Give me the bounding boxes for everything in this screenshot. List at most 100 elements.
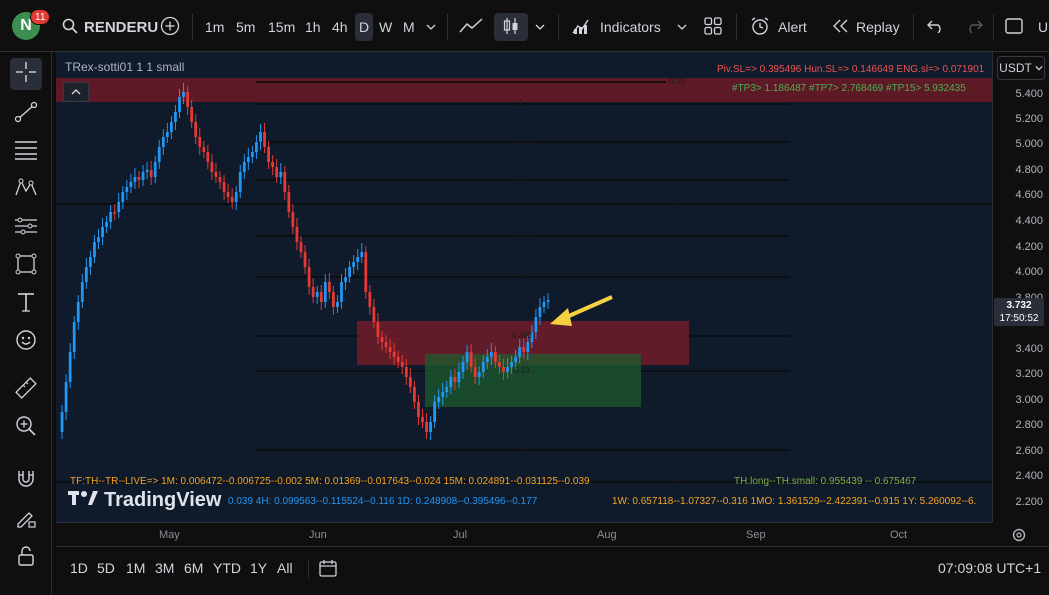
magnet-tool[interactable] bbox=[10, 464, 42, 496]
candle-body bbox=[510, 362, 513, 367]
range-3M[interactable]: 3M bbox=[155, 560, 174, 576]
compare-symbol-button[interactable] bbox=[160, 13, 180, 41]
range-1M[interactable]: 1M bbox=[126, 560, 145, 576]
emoji-tool[interactable] bbox=[10, 326, 42, 358]
collapse-legend-button[interactable] bbox=[63, 82, 89, 102]
zoom-tool[interactable] bbox=[10, 412, 42, 444]
range-All[interactable]: All bbox=[277, 560, 293, 576]
tf-4h[interactable]: 4h bbox=[332, 13, 348, 41]
text-tool[interactable] bbox=[10, 288, 42, 320]
tf-5m[interactable]: 5m bbox=[236, 13, 255, 41]
chart-type-dropdown[interactable] bbox=[535, 13, 545, 41]
candle-body bbox=[109, 212, 113, 222]
tf-1h[interactable]: 1h bbox=[305, 13, 321, 41]
indicator-title[interactable]: TRex-sotti01 1 1 small bbox=[65, 60, 184, 74]
tf-M[interactable]: M bbox=[403, 13, 415, 41]
candle-body bbox=[161, 137, 165, 147]
time-tick: Aug bbox=[597, 529, 617, 541]
tf-label: 4h bbox=[332, 19, 348, 35]
pattern-tool[interactable] bbox=[10, 174, 42, 206]
candle-body bbox=[226, 192, 230, 197]
smiley-icon bbox=[15, 329, 37, 356]
candle-body bbox=[364, 252, 368, 292]
candle-body bbox=[190, 107, 194, 122]
fib-label: 0.23 bbox=[514, 366, 530, 375]
range-1D[interactable]: 1D bbox=[70, 560, 88, 576]
tf-dropdown[interactable] bbox=[426, 13, 436, 41]
price-tick: 4.600 bbox=[1015, 189, 1043, 201]
range-5D[interactable]: 5D bbox=[97, 560, 115, 576]
chart-line-button[interactable] bbox=[459, 13, 483, 41]
time-axis[interactable]: May Jun Jul Aug Sep Oct bbox=[56, 522, 1026, 546]
currency-selector[interactable]: USDT bbox=[997, 56, 1045, 80]
goto-date-button[interactable] bbox=[318, 558, 338, 583]
calendar-icon bbox=[318, 560, 338, 582]
range-6M[interactable]: 6M bbox=[184, 560, 203, 576]
undo-button[interactable] bbox=[927, 13, 945, 41]
clock-display[interactable]: 07:09:08 UTC+1 bbox=[938, 560, 1041, 576]
candle-body bbox=[413, 387, 416, 402]
chart-canvas[interactable]: 0.33 1 0.89 0.78 0.23 0.618 0.5 0.382 0.… bbox=[56, 52, 992, 522]
layout-button[interactable] bbox=[704, 13, 722, 41]
range-1Y[interactable]: 1Y bbox=[250, 560, 267, 576]
candle-body bbox=[60, 412, 64, 432]
shapes-tool[interactable] bbox=[10, 250, 42, 282]
drawing-toolbar bbox=[0, 52, 52, 595]
tf-W[interactable]: W bbox=[379, 13, 392, 41]
replay-button[interactable]: Replay bbox=[832, 13, 900, 41]
time-tick: Sep bbox=[746, 529, 766, 541]
fullscreen-button[interactable] bbox=[1005, 13, 1023, 41]
tf-D[interactable]: D bbox=[355, 13, 373, 41]
symbol-search[interactable]: RENDERU bbox=[62, 13, 158, 41]
candle-body bbox=[323, 282, 327, 302]
candle-body bbox=[210, 162, 214, 172]
candle-body bbox=[332, 292, 335, 307]
price-axis[interactable]: USDT 5.400 5.200 5.000 4.800 4.600 4.400… bbox=[992, 52, 1049, 522]
range-YTD[interactable]: YTD bbox=[213, 560, 241, 576]
lock-tool[interactable] bbox=[10, 542, 42, 574]
forecast-tool[interactable] bbox=[10, 212, 42, 244]
candle-body bbox=[263, 132, 266, 147]
candle-body bbox=[113, 212, 117, 214]
crosshair-tool[interactable] bbox=[10, 58, 42, 90]
trendline-tool[interactable] bbox=[10, 98, 42, 130]
account-label[interactable]: U bbox=[1038, 13, 1048, 41]
candle-body bbox=[522, 347, 526, 352]
candle-body bbox=[400, 362, 404, 367]
candle-body bbox=[255, 142, 258, 152]
candle-body bbox=[311, 287, 315, 297]
measure-tool[interactable] bbox=[10, 374, 42, 406]
account-text: U bbox=[1038, 19, 1049, 35]
redo-button[interactable] bbox=[965, 13, 983, 41]
candle-body bbox=[465, 352, 469, 362]
alert-button[interactable]: Alert bbox=[750, 13, 807, 41]
fib-tool[interactable] bbox=[10, 136, 42, 168]
sliders-icon bbox=[14, 215, 38, 242]
fib-label: 1 bbox=[518, 98, 523, 107]
edit-drawing-tool[interactable] bbox=[10, 504, 42, 536]
candle-body bbox=[477, 372, 481, 377]
tf-1m[interactable]: 1m bbox=[205, 13, 224, 41]
alarm-clock-icon bbox=[750, 16, 770, 39]
candle-body bbox=[380, 337, 384, 342]
ruler-icon bbox=[14, 376, 38, 405]
chart-settings-button[interactable] bbox=[1011, 527, 1027, 548]
tf-15m[interactable]: 15m bbox=[268, 13, 295, 41]
notification-badge: 11 bbox=[30, 9, 51, 25]
chart-type-button[interactable] bbox=[494, 13, 528, 41]
candle-body bbox=[485, 357, 489, 362]
time-tick: Jun bbox=[309, 529, 327, 541]
candle-body bbox=[340, 282, 343, 302]
candle-body bbox=[489, 352, 493, 357]
current-price: 3.732 bbox=[1006, 300, 1032, 311]
undo-icon bbox=[927, 19, 945, 36]
fib-label: 0 bbox=[520, 445, 525, 454]
candle-body bbox=[105, 222, 108, 227]
grid-icon bbox=[704, 16, 722, 38]
indicators-button[interactable]: Indicators bbox=[572, 13, 661, 41]
tf-label: W bbox=[379, 19, 393, 35]
fib-label: 0.78 bbox=[514, 175, 530, 184]
indicators-dropdown[interactable] bbox=[677, 13, 687, 41]
gear-icon bbox=[1011, 528, 1027, 547]
tf-label: D bbox=[358, 19, 370, 35]
